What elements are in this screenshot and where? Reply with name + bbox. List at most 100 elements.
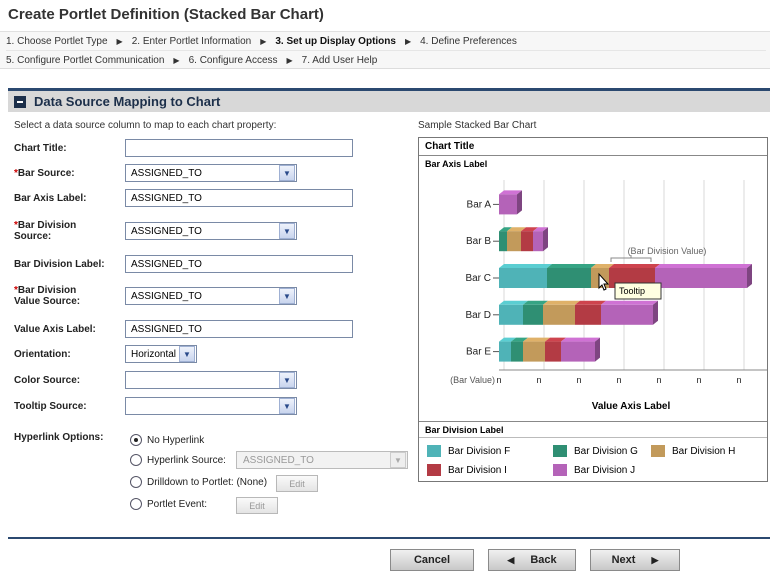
footer-rule xyxy=(8,537,770,539)
bar-segment xyxy=(547,268,591,288)
chevron-down-icon[interactable]: ▼ xyxy=(179,346,195,362)
bar-segment xyxy=(499,341,511,362)
bar-division-label-input[interactable]: ASSIGNED_TO xyxy=(125,255,353,273)
bar-segment-top xyxy=(601,300,658,305)
value-tick-label: n xyxy=(696,375,701,385)
bar-category-label: Bar C xyxy=(465,273,491,284)
step-configure-access[interactable]: 6. Configure Access xyxy=(189,55,278,66)
radio-button[interactable] xyxy=(130,454,142,466)
bar-axis-label-label: Bar Axis Label: xyxy=(14,192,87,204)
bar-segment xyxy=(499,268,547,288)
bar-division-value-source-select[interactable]: ASSIGNED_TO ▼ xyxy=(125,287,297,305)
step-configure-portlet-communication[interactable]: 5. Configure Portlet Communication xyxy=(6,55,164,66)
tooltip-source-select[interactable]: ▼ xyxy=(125,397,297,415)
legend-item: Bar Division G xyxy=(553,445,638,457)
bar-segment xyxy=(523,341,545,362)
bar-division-value-source-label: *Bar Division Value Source: xyxy=(14,285,81,307)
bar-segment xyxy=(523,304,543,325)
radio-no-hyperlink[interactable]: No Hyperlink xyxy=(130,434,204,446)
bar-segment-top xyxy=(655,264,752,268)
bar-segment-top xyxy=(543,300,580,305)
orientation-label: Orientation: xyxy=(14,348,71,360)
chevron-down-icon[interactable]: ▼ xyxy=(279,288,295,304)
section-title: Data Source Mapping to Chart xyxy=(34,94,221,109)
arrow-left-icon: ◀ xyxy=(507,554,515,565)
cancel-button[interactable]: Cancel xyxy=(390,549,474,571)
bar-segment xyxy=(601,304,653,325)
radio-button[interactable] xyxy=(130,476,142,488)
step-define-preferences[interactable]: 4. Define Preferences xyxy=(420,36,517,47)
value-axis-label-row: Value Axis Label: xyxy=(14,320,126,338)
legend-label: Bar Division J xyxy=(574,464,636,476)
bar-division-value-source-row: *Bar Division Value Source: xyxy=(14,284,126,308)
bar-axis-label-row: Bar Axis Label: xyxy=(14,189,126,207)
chart-title-input[interactable] xyxy=(125,139,353,157)
value-axis-label-input[interactable]: ASSIGNED_TO xyxy=(125,320,353,338)
tooltip-source-row: Tooltip Source: xyxy=(14,397,126,415)
bar-source-select[interactable]: ASSIGNED_TO ▼ xyxy=(125,164,297,182)
portlet-event-edit-button[interactable]: Edit xyxy=(236,497,278,514)
wizard-steps-row-1: 1. Choose Portlet Type ▶ 2. Enter Portle… xyxy=(6,32,766,51)
legend-item: Bar Division F xyxy=(427,445,510,457)
bar-category-label: Bar B xyxy=(466,236,491,247)
step-add-user-help[interactable]: 7. Add User Help xyxy=(302,55,378,66)
wizard-steps: 1. Choose Portlet Type ▶ 2. Enter Portle… xyxy=(0,31,770,69)
chevron-down-icon[interactable]: ▼ xyxy=(279,165,295,181)
radio-hyperlink-source[interactable]: Hyperlink Source: xyxy=(130,454,226,466)
legend-item: Bar Division I xyxy=(427,464,507,476)
legend-label: Bar Division I xyxy=(448,464,507,476)
value-tick-label: n xyxy=(496,375,501,385)
page-title: Create Portlet Definition (Stacked Bar C… xyxy=(8,6,324,23)
legend-divider xyxy=(419,421,767,422)
tooltip-text: Tooltip xyxy=(619,286,645,296)
legend-swatch xyxy=(651,445,665,457)
section-header: Data Source Mapping to Chart xyxy=(8,91,770,112)
division-value-annotation: (Bar Division Value) xyxy=(628,246,707,256)
bar-category-label: Bar D xyxy=(465,310,491,321)
bar-division-source-label: *Bar Division Source: xyxy=(14,220,77,242)
tooltip-source-label: Tooltip Source: xyxy=(14,400,87,412)
bar-axis-label: Bar Axis Label xyxy=(425,159,488,169)
bar-segment-side xyxy=(653,300,658,325)
preview-caption: Sample Stacked Bar Chart xyxy=(418,120,537,131)
bar-segment-top xyxy=(499,264,552,268)
value-tick-label: n xyxy=(656,375,661,385)
step-enter-portlet-information[interactable]: 2. Enter Portlet Information xyxy=(132,36,252,47)
collapse-icon[interactable] xyxy=(14,95,26,108)
step-choose-portlet-type[interactable]: 1. Choose Portlet Type xyxy=(6,36,108,47)
bar-source-row: *Bar Source: xyxy=(14,164,126,182)
drilldown-edit-button[interactable]: Edit xyxy=(276,475,318,492)
arrow-right-icon: ▶ xyxy=(404,36,412,46)
orientation-select[interactable]: Horizontal ▼ xyxy=(125,345,197,363)
bar-segment-side xyxy=(517,190,522,215)
value-axis-prefix: (Bar Value) xyxy=(450,375,495,385)
chevron-down-icon[interactable]: ▼ xyxy=(279,223,295,239)
stacked-bar-chart: Bar ABar BBar CBar DBar E(Bar Value) n n n n… xyxy=(450,180,767,412)
bar-segment-top xyxy=(561,337,600,342)
bar-segment-top xyxy=(575,300,606,305)
bar-category-label: Bar A xyxy=(467,199,492,210)
radio-drilldown-to-portlet[interactable]: Drilldown to Portlet: (None) xyxy=(130,476,267,488)
back-button[interactable]: ◀ Back xyxy=(488,549,576,571)
sample-chart-preview: Chart Title Bar Axis Label Bar A Bar B Bar… xyxy=(418,137,768,482)
legend-label: Bar Division F xyxy=(448,445,511,457)
arrow-right-icon: ▶ xyxy=(116,36,123,46)
bar-segment xyxy=(561,341,595,362)
bar-segment xyxy=(499,231,507,252)
next-button[interactable]: Next ▶ xyxy=(590,549,680,571)
bar-segment-top xyxy=(499,300,528,305)
step-set-up-display-options[interactable]: 3. Set up Display Options xyxy=(275,36,396,47)
bar-category-label: Bar E xyxy=(466,347,491,358)
bar-axis-label-input[interactable]: ASSIGNED_TO xyxy=(125,189,353,207)
chart-title-label: Chart Title: xyxy=(14,142,67,154)
radio-button[interactable] xyxy=(130,498,142,510)
chevron-down-icon[interactable]: ▼ xyxy=(279,398,295,414)
arrow-right-icon: ▶ xyxy=(173,56,180,65)
bar-division-source-select[interactable]: ASSIGNED_TO ▼ xyxy=(125,222,297,240)
bar-segment xyxy=(511,341,523,362)
radio-portlet-event[interactable]: Portlet Event: xyxy=(130,498,207,510)
color-source-select[interactable]: ▼ xyxy=(125,371,297,389)
chevron-down-icon[interactable]: ▼ xyxy=(279,372,295,388)
bar-segment xyxy=(507,231,521,252)
radio-button-checked[interactable] xyxy=(130,434,142,446)
